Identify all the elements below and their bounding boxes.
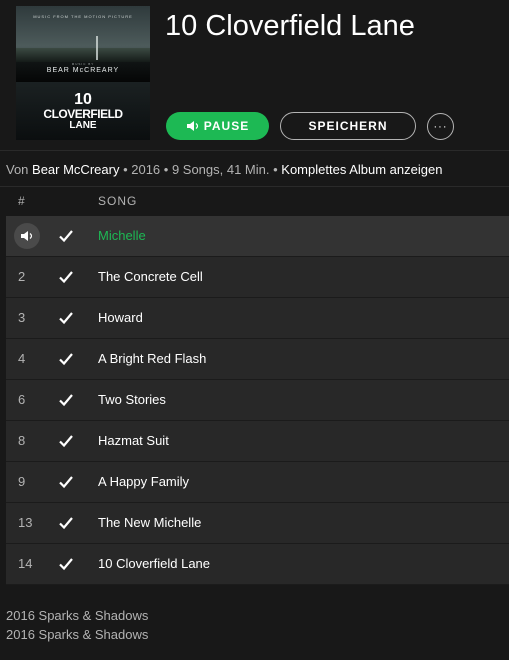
track-number: 8 — [18, 433, 26, 448]
full-album-link[interactable]: Komplettes Album anzeigen — [281, 162, 442, 177]
pause-label: PAUSE — [203, 119, 250, 133]
table-row[interactable]: 6 Two Stories — [6, 380, 509, 421]
cover-composer: BEAR McCREARY — [46, 67, 120, 74]
track-number: 9 — [18, 474, 26, 489]
track-number: 13 — [18, 515, 33, 530]
speaker-icon — [186, 121, 198, 131]
table-row[interactable]: 13 The New Michelle — [6, 503, 509, 544]
track-title[interactable]: A Bright Red Flash — [98, 339, 206, 379]
meta-divider — [0, 186, 509, 187]
checkmark-icon — [59, 558, 73, 571]
table-row[interactable]: 8 Hazmat Suit — [6, 421, 509, 462]
checkmark-icon — [59, 230, 73, 243]
save-button[interactable]: SPEICHERN — [280, 112, 416, 140]
cover-tagline: MUSIC FROM THE MOTION PICTURE — [33, 14, 133, 19]
cover-field — [16, 48, 150, 62]
checkmark-icon — [59, 394, 73, 407]
track-title[interactable]: 10 Cloverfield Lane — [98, 544, 210, 584]
meta-songs: 9 Songs, 41 Min. — [171, 162, 270, 177]
meta-separator: • — [119, 162, 132, 177]
cover-title-word: CLOVERFIELD — [43, 107, 123, 121]
cover-music-by: MUSIC BY — [71, 62, 95, 66]
meta-year: 2016 — [131, 162, 161, 177]
track-number: 2 — [18, 269, 26, 284]
table-row[interactable]: 2 The Concrete Cell — [6, 257, 509, 298]
column-header-song[interactable]: SONG — [98, 194, 137, 208]
track-number: 3 — [18, 310, 26, 325]
album-title: 10 Cloverfield Lane — [165, 10, 415, 42]
now-playing-speaker-icon[interactable] — [14, 223, 40, 249]
album-cover[interactable]: MUSIC FROM THE MOTION PICTURE MUSIC BY B… — [16, 6, 150, 140]
cover-title-lane: LANE — [69, 120, 97, 131]
cover-title-number: 10 — [74, 91, 92, 108]
meta-by-prefix: Von — [6, 162, 33, 177]
artist-link[interactable]: Bear McCreary — [32, 162, 119, 177]
more-options-button[interactable]: ··· — [427, 113, 454, 140]
checkmark-icon — [59, 517, 73, 530]
track-title[interactable]: The Concrete Cell — [98, 257, 203, 297]
track-title[interactable]: Michelle — [98, 216, 146, 256]
track-title[interactable]: Hazmat Suit — [98, 421, 169, 461]
header-divider — [0, 150, 509, 151]
track-number: 6 — [18, 392, 26, 407]
meta-separator: • — [160, 162, 172, 177]
checkmark-icon — [59, 353, 73, 366]
copyright-line: 2016 Sparks & Shadows — [6, 608, 149, 623]
meta-separator: • — [269, 162, 282, 177]
copyright-line: 2016 Sparks & Shadows — [6, 627, 149, 642]
checkmark-icon — [59, 271, 73, 284]
track-title[interactable]: Howard — [98, 298, 143, 338]
checkmark-icon — [59, 476, 73, 489]
column-header-number[interactable]: # — [18, 194, 26, 208]
more-icon: ··· — [433, 120, 448, 133]
table-row[interactable]: 9 A Happy Family — [6, 462, 509, 503]
checkmark-icon — [59, 435, 73, 448]
save-label: SPEICHERN — [308, 119, 388, 133]
table-row[interactable]: Michelle — [6, 216, 509, 257]
track-title[interactable]: Two Stories — [98, 380, 166, 420]
pause-button[interactable]: PAUSE — [166, 112, 269, 140]
track-list: Michelle 2 The Concrete Cell 3 Howard 4 … — [6, 216, 509, 585]
track-number: 4 — [18, 351, 26, 366]
cover-light-beam — [96, 36, 98, 60]
album-meta: Von Bear McCreary • 2016 • 9 Songs, 41 M… — [6, 162, 442, 177]
track-title[interactable]: The New Michelle — [98, 503, 201, 543]
table-row[interactable]: 3 Howard — [6, 298, 509, 339]
track-title[interactable]: A Happy Family — [98, 462, 189, 502]
table-row[interactable]: 14 10 Cloverfield Lane — [6, 544, 509, 585]
table-row[interactable]: 4 A Bright Red Flash — [6, 339, 509, 380]
checkmark-icon — [59, 312, 73, 325]
track-number: 14 — [18, 556, 33, 571]
